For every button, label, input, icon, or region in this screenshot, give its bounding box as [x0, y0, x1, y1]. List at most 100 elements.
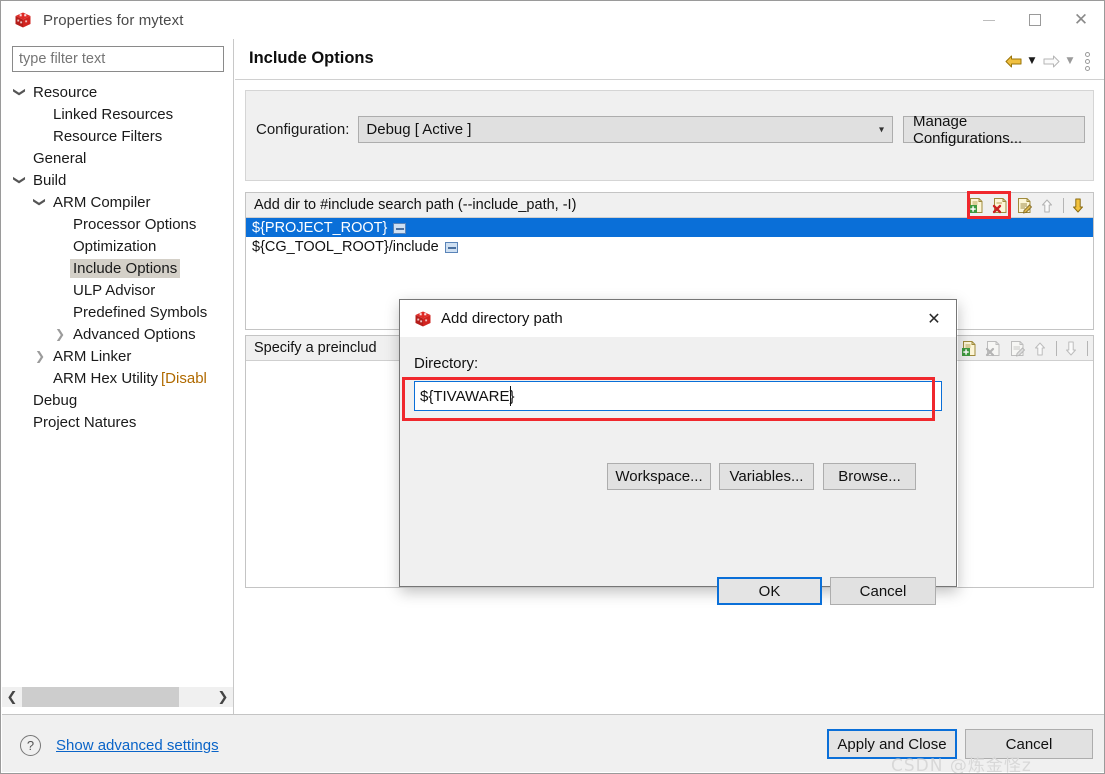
back-arrow-icon[interactable] [1002, 49, 1024, 73]
sidebar-item-suffix: [Disabl [161, 369, 207, 387]
move-down-icon [1061, 338, 1083, 360]
include-path-list[interactable]: ${PROJECT_ROOT} ${CG_TOOL_ROOT}/include [246, 218, 1093, 256]
sidebar-item-label: Include Options [70, 258, 181, 278]
sidebar-item-label: General [33, 149, 87, 167]
edit-icon[interactable] [1013, 195, 1035, 217]
scrollbar-thumb[interactable] [22, 687, 179, 707]
variables-button[interactable]: Variables... [719, 463, 814, 490]
cancel-button[interactable]: Cancel [830, 577, 936, 605]
sidebar-item-advanced-options[interactable]: ❯ Advanced Options [2, 323, 233, 345]
ok-button[interactable]: OK [717, 577, 822, 605]
sidebar-item-label: Predefined Symbols [73, 303, 208, 321]
back-menu-chevron-down-icon[interactable]: ▼ [1025, 49, 1039, 73]
sidebar-item-debug[interactable]: Debug [2, 389, 233, 411]
sidebar-item-optimization[interactable]: Optimization [2, 235, 233, 257]
filter-input[interactable] [12, 46, 224, 72]
sidebar-horizontal-scrollbar[interactable]: ❮ ❯ [2, 687, 233, 707]
header-divider [235, 79, 1104, 80]
sidebar-item-label: Processor Options [73, 215, 197, 233]
list-item[interactable]: ${CG_TOOL_ROOT}/include [246, 237, 1093, 256]
sidebar-item-general[interactable]: General [2, 147, 233, 169]
help-icon[interactable]: ? [20, 735, 41, 756]
show-advanced-settings-link[interactable]: Show advanced settings [56, 737, 219, 754]
add-icon[interactable] [958, 338, 980, 360]
chevron-down-icon[interactable]: ❯ [33, 192, 47, 212]
sidebar-item-label: Advanced Options [73, 325, 196, 343]
sidebar-item-arm-hex-utility[interactable]: ARM Hex Utility [Disabl [2, 367, 233, 389]
directory-input[interactable] [414, 381, 942, 411]
sidebar-item-label: Linked Resources [53, 105, 174, 123]
window-controls: ✕ [966, 1, 1104, 39]
dialog-titlebar: Add directory path ✕ [400, 300, 956, 337]
add-icon[interactable] [965, 195, 987, 217]
close-icon[interactable]: ✕ [912, 300, 956, 337]
window-title: Properties for mytext [43, 11, 184, 29]
chevron-down-icon[interactable]: ❯ [13, 170, 27, 190]
properties-dialog-window: Properties for mytext ✕ ❯ Resource Linked … [0, 0, 1105, 774]
chevron-down-icon: ▾ [878, 124, 884, 135]
sidebar-item-label: Resource [33, 83, 98, 101]
chevron-right-icon[interactable]: ❯ [213, 687, 233, 707]
configuration-label: Configuration: [256, 121, 350, 138]
sidebar-item-resource-filters[interactable]: Resource Filters [2, 125, 233, 147]
sidebar-item-label: ARM Linker [53, 347, 132, 365]
sidebar-item-linked-resources[interactable]: Linked Resources [2, 103, 233, 125]
include-path-toolbar [965, 194, 1090, 217]
minimize-icon[interactable] [966, 1, 1012, 39]
preinclude-header-label: Specify a preinclud [254, 340, 377, 356]
move-down-icon[interactable] [1068, 195, 1090, 217]
close-icon[interactable]: ✕ [1058, 1, 1104, 39]
chevron-down-icon[interactable]: ❯ [13, 82, 27, 102]
sidebar-item-include-options[interactable]: Include Options [2, 257, 233, 279]
sidebar-item-arm-linker[interactable]: ❯ ARM Linker [2, 345, 233, 367]
chevron-right-icon[interactable]: ❯ [30, 349, 50, 363]
chevron-left-icon[interactable]: ❮ [2, 687, 22, 707]
maximize-icon[interactable] [1012, 1, 1058, 39]
scrollbar-track[interactable] [179, 687, 213, 707]
sidebar-item-build[interactable]: ❯ Build [2, 169, 233, 191]
delete-icon [982, 338, 1004, 360]
delete-icon[interactable] [989, 195, 1011, 217]
configuration-group: Configuration: Debug [ Active ] ▾ Manage… [245, 90, 1094, 181]
include-path-header: Add dir to #include search path (--inclu… [246, 193, 1093, 218]
sidebar-item-label: Build [33, 171, 67, 189]
settings-tree[interactable]: ❯ Resource Linked Resources Resource Filter… [2, 81, 233, 673]
include-path-header-label: Add dir to #include search path (--inclu… [254, 197, 577, 213]
sidebar-item-label: Project Natures [33, 413, 137, 431]
sidebar-item-label: Debug [33, 391, 78, 409]
workspace-button[interactable]: Workspace... [607, 463, 711, 490]
settings-sidebar: ❯ Resource Linked Resources Resource Filter… [2, 39, 234, 715]
list-item[interactable]: ${PROJECT_ROOT} [246, 218, 1093, 237]
toolbar-separator [1063, 198, 1064, 213]
directory-label: Directory: [414, 355, 479, 372]
sidebar-item-ulp-advisor[interactable]: ULP Advisor [2, 279, 233, 301]
chevron-right-icon[interactable]: ❯ [50, 327, 70, 341]
vertical-dots-icon[interactable] [1078, 49, 1096, 73]
manage-configurations-button[interactable]: Manage Configurations... [902, 113, 1085, 147]
forward-menu-chevron-down-icon[interactable]: ▼ [1063, 49, 1077, 73]
add-directory-path-dialog: Add directory path ✕ Directory: Workspac… [399, 299, 957, 605]
toolbar-separator [1056, 341, 1057, 356]
sidebar-item-label: ARM Hex Utility [53, 369, 159, 387]
toolbar-separator [1087, 341, 1088, 356]
preinclude-toolbar [958, 337, 1090, 360]
browse-button[interactable]: Browse... [823, 463, 916, 490]
window-titlebar: Properties for mytext ✕ [1, 1, 1104, 39]
configuration-row: Configuration: Debug [ Active ] ▾ Manage… [256, 113, 1085, 147]
sidebar-item-label: ARM Compiler [53, 193, 151, 211]
sidebar-item-arm-compiler[interactable]: ❯ ARM Compiler [2, 191, 233, 213]
ccs-cube-icon [13, 10, 33, 30]
forward-arrow-icon [1040, 49, 1062, 73]
move-up-icon [1030, 338, 1052, 360]
list-item-label: ${CG_TOOL_ROOT}/include [252, 238, 439, 255]
list-item-label: ${PROJECT_ROOT} [252, 219, 388, 236]
sidebar-item-resource[interactable]: ❯ Resource [2, 81, 233, 103]
configuration-select[interactable]: Debug [ Active ] ▾ [358, 116, 893, 143]
ccs-cube-icon [413, 309, 432, 328]
page-title: Include Options [249, 49, 374, 67]
sidebar-item-predefined-symbols[interactable]: Predefined Symbols [2, 301, 233, 323]
sidebar-item-processor-options[interactable]: Processor Options [2, 213, 233, 235]
sidebar-item-label: ULP Advisor [73, 281, 156, 299]
text-caret [510, 386, 511, 406]
sidebar-item-project-natures[interactable]: Project Natures [2, 411, 233, 433]
